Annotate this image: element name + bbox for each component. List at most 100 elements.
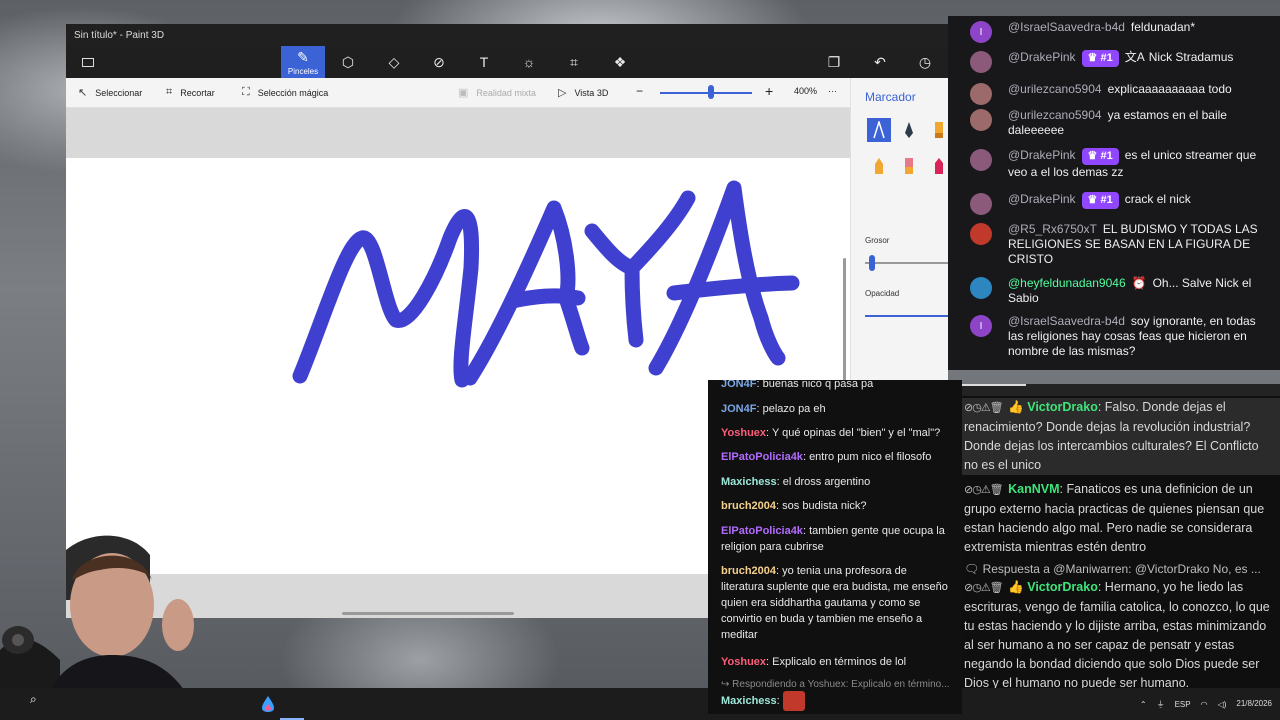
- chat-line: JON4F: buenas nico q pasa pa: [721, 380, 874, 390]
- thickness-slider-track[interactable]: [865, 262, 948, 264]
- undo-button[interactable]: ↶: [858, 46, 902, 78]
- view-3d-button[interactable]: ▷ Vista 3D: [558, 86, 608, 99]
- zoom-out-button[interactable]: −: [636, 84, 643, 98]
- chat-message: @heyfeldunadan9046 ⏰ Oh... Salve Nick el S…: [970, 276, 1270, 306]
- horizontal-scrollbar[interactable]: [342, 612, 514, 615]
- view-3d-label: Vista 3D: [574, 87, 609, 98]
- chat-username[interactable]: Yoshuex: [721, 656, 766, 668]
- chat-message: @urilezcano5904 ya estamos en el baile da…: [970, 108, 1270, 138]
- crayon-brush[interactable]: [927, 154, 948, 178]
- chat-username[interactable]: @DrakePink: [1008, 192, 1076, 206]
- eraser-icon: [905, 158, 913, 174]
- language-indicator[interactable]: ESP: [1175, 700, 1191, 709]
- crown-badge: ♛ #1: [1081, 192, 1119, 209]
- paint3d-taskbar-button[interactable]: [256, 692, 280, 716]
- clock[interactable]: 21/8/2026: [1236, 699, 1272, 709]
- chat-message: ⊘◷⚠🗑 👍 VictorDrako: Hermano, yo he liedo…: [964, 580, 1270, 688]
- chat-username[interactable]: ElPatoPolicia4k: [721, 525, 803, 537]
- chat-username[interactable]: @IsraelSaavedra-b4d: [1008, 20, 1125, 34]
- brushes-tab[interactable]: ✎ Pinceles: [281, 46, 325, 78]
- calligraphy-pen-brush[interactable]: [897, 118, 921, 142]
- select-tool[interactable]: ↖ Seleccionar: [78, 86, 142, 99]
- history-button[interactable]: ◷: [903, 46, 947, 78]
- crop-tool[interactable]: ⌗ Recortar: [166, 86, 215, 99]
- shapes-3d-tab[interactable]: ◇: [372, 46, 416, 78]
- chat-username[interactable]: Maxichess: [721, 695, 777, 707]
- chat-text: Nick Stradamus: [1148, 50, 1234, 64]
- wifi-icon[interactable]: ◠: [1201, 700, 1208, 709]
- chat-username[interactable]: ElPatoPolicia4k: [721, 451, 803, 463]
- zoom-slider-track[interactable]: [660, 92, 752, 94]
- crown-badge: ♛ #1: [1081, 148, 1119, 165]
- stickers-tab[interactable]: ⊘: [417, 46, 461, 78]
- zoom-in-button[interactable]: +: [765, 83, 773, 99]
- eraser-brush[interactable]: [897, 154, 921, 178]
- chat-username[interactable]: KanNVM: [1008, 482, 1059, 496]
- chat-username[interactable]: @DrakePink: [1008, 50, 1076, 64]
- chat-username[interactable]: @urilezcano5904: [1008, 82, 1102, 96]
- chat-username[interactable]: bruch2004: [721, 500, 776, 512]
- chat-username[interactable]: VictorDrako: [1027, 580, 1098, 594]
- pencil-brush[interactable]: [867, 154, 891, 178]
- chat-text: buenas nico q pasa pa: [762, 380, 874, 390]
- chat-line: Maxichess:: [721, 691, 952, 711]
- search-taskbar[interactable]: ⌕: [30, 692, 90, 716]
- shapes-2d-tab[interactable]: ⬡: [326, 46, 370, 78]
- chevron-up-icon[interactable]: ⌃: [1140, 700, 1147, 709]
- main-ribbon: ✎ Pinceles ⬡ ◇ ⊘ T ☼ ⌗ ❖ ❐ ↶ ◷: [66, 46, 948, 78]
- oil-brush[interactable]: [927, 118, 948, 142]
- chat-message: I @IsraelSaavedra-b4d soy ignorante, en t…: [970, 314, 1270, 359]
- chat-username[interactable]: Yoshuex: [721, 427, 766, 439]
- shapes-2d-icon: ⬡: [341, 53, 355, 70]
- mixed-reality-button[interactable]: ▣ Realidad mixta: [458, 86, 536, 99]
- chat-username[interactable]: @urilezcano5904: [1008, 108, 1102, 122]
- menu-button[interactable]: [66, 46, 110, 78]
- brush-icon: ✎: [297, 48, 309, 65]
- chat-username[interactable]: VictorDrako: [1027, 400, 1098, 414]
- chat-message: @DrakePink ♛ #1 crack el nick: [970, 192, 1270, 215]
- search-icon: ⌕: [30, 692, 37, 706]
- pencil-icon: [875, 158, 883, 174]
- thickness-slider-thumb[interactable]: [869, 255, 875, 271]
- mod-actions-icon[interactable]: ⊘◷⚠🗑: [964, 582, 1004, 594]
- text-tab[interactable]: T: [462, 46, 506, 78]
- chat-username[interactable]: @DrakePink: [1008, 148, 1076, 162]
- chat-message: ⊘◷⚠🗑 👍 VictorDrako: Falso. Donde dejas e…: [962, 398, 1280, 475]
- mod-actions-icon[interactable]: ⊘◷⚠🗑: [964, 484, 1004, 496]
- oil-brush-icon: [935, 122, 943, 138]
- effects-tab[interactable]: ☼: [507, 46, 551, 78]
- canvas-tab[interactable]: ⌗: [552, 46, 596, 78]
- volume-icon[interactable]: ◁): [1218, 700, 1227, 709]
- reply-icon: 🗨: [964, 562, 980, 576]
- stroke-letter-a1-bar: [504, 288, 586, 309]
- chat-message: @urilezcano5904 explicaaaaaaaaaa todo: [970, 82, 1270, 105]
- chat-line: ElPatoPolicia4k: tambien gente que ocupa…: [721, 525, 945, 553]
- mod-actions-icon[interactable]: ⊘◷⚠🗑: [964, 402, 1004, 414]
- chat-line: Yoshuex: Explicalo en términos de lol: [721, 656, 907, 668]
- chat-message: ⊘◷⚠🗑 KanNVM: Fanaticos es una definicion…: [964, 482, 1265, 554]
- zoom-out-label: −: [636, 84, 644, 98]
- library-icon: ❖: [613, 53, 627, 70]
- usb-icon[interactable]: ⏚: [1157, 699, 1165, 710]
- paste-button[interactable]: ❐: [812, 46, 856, 78]
- library-3d-tab[interactable]: ❖: [598, 46, 642, 78]
- opacity-slider[interactable]: [865, 315, 948, 317]
- crop-tool-label: Recortar: [180, 87, 215, 98]
- avatar: I: [970, 315, 992, 337]
- chat-username[interactable]: @heyfeldunadan9046: [1008, 276, 1126, 290]
- magic-select-tool[interactable]: ⛶ Selección mágica: [242, 86, 328, 99]
- thickness-label: Grosor: [865, 236, 890, 245]
- cursor-icon: ↖: [78, 87, 88, 99]
- marker-brush[interactable]: [867, 118, 891, 142]
- chat-username[interactable]: JON4F: [721, 380, 756, 390]
- chat-username[interactable]: @IsraelSaavedra-b4d: [1008, 314, 1125, 328]
- chat-username[interactable]: Maxichess: [721, 476, 777, 488]
- chat-username[interactable]: bruch2004: [721, 565, 776, 577]
- more-options-button[interactable]: ···: [828, 86, 837, 96]
- chat-username[interactable]: JON4F: [721, 403, 756, 415]
- chat-line: Yoshuex: Y qué opinas del "bien" y el "m…: [721, 427, 941, 439]
- view-3d-icon: ▷: [558, 87, 567, 99]
- chat-username[interactable]: @R5_Rx6750xT: [1008, 222, 1097, 236]
- chat-text: Explicalo en términos de lol: [772, 656, 907, 668]
- zoom-slider-thumb[interactable]: [707, 85, 714, 99]
